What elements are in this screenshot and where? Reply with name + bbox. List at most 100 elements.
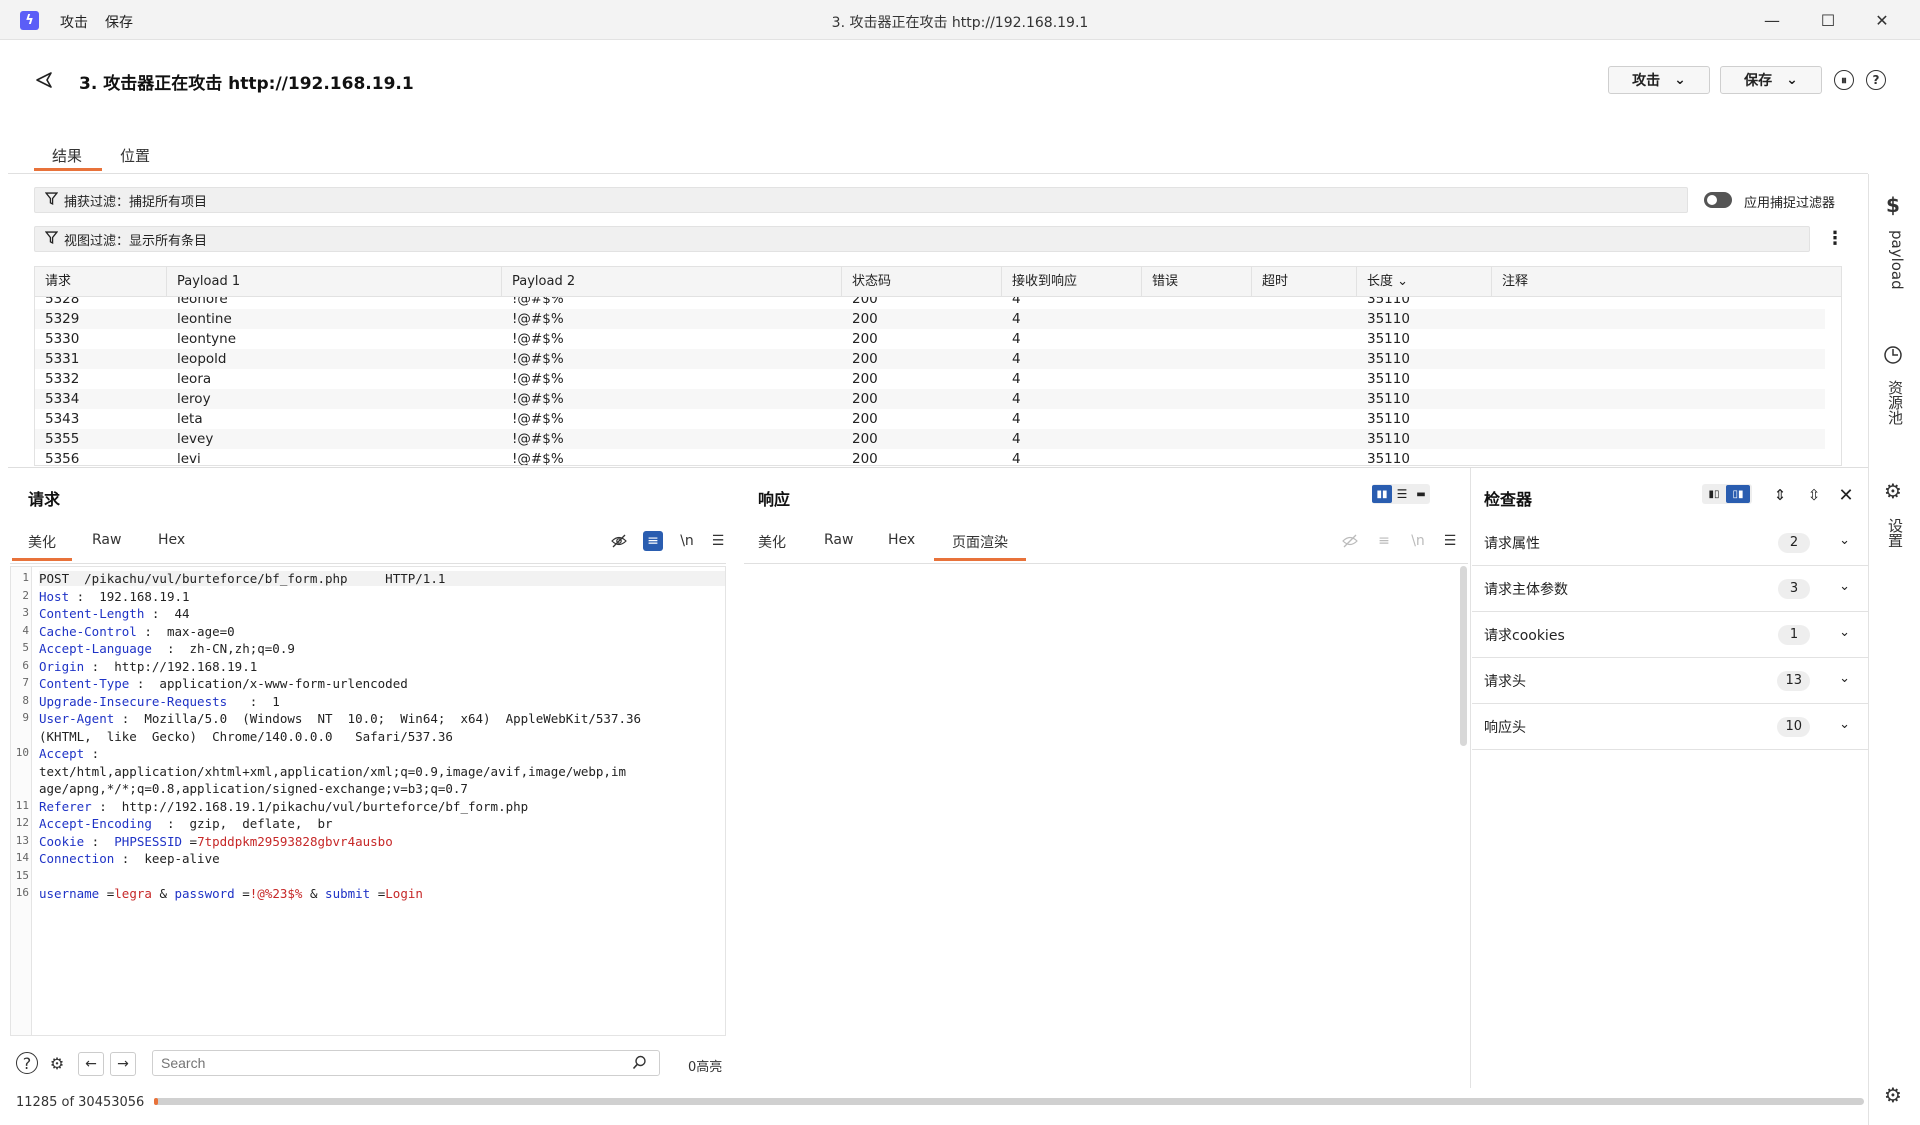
table-row[interactable]: 5331 leopold !@#$% 200 4 35110 <box>35 349 1825 369</box>
code-line[interactable]: Content-Length : 44 <box>39 606 190 621</box>
maximize-icon[interactable]: ☐ <box>1804 6 1852 34</box>
code-line[interactable]: Content-Type : application/x-www-form-ur… <box>39 676 408 691</box>
code-line[interactable]: User-Agent : Mozilla/5.0 (Windows NT 10.… <box>39 711 641 726</box>
chevron-down-icon[interactable]: ⌄ <box>1839 533 1850 548</box>
code-line[interactable]: Connection : keep-alive <box>39 851 220 866</box>
attack-button[interactable]: 攻击 ⌄ <box>1608 66 1710 94</box>
response-render-area[interactable] <box>744 566 1456 1086</box>
code-line[interactable]: Cookie : PHPSESSID =7tpddpkm29593828gbvr… <box>39 834 393 849</box>
code-line[interactable]: POST /pikachu/vul/burteforce/bf_form.php… <box>39 571 725 586</box>
table-row[interactable]: 5330 leontyne !@#$% 200 4 35110 <box>35 329 1825 349</box>
rail-resource-pool[interactable]: 资源池 <box>1880 380 1906 425</box>
column-header[interactable]: 请求 <box>35 267 167 297</box>
inspector-section[interactable]: 请求属性 2 ⌄ <box>1472 520 1868 566</box>
dollar-icon[interactable]: $ <box>1880 192 1906 218</box>
layout-switcher[interactable]: ▮▮ ☰ ▬ <box>1372 484 1430 504</box>
table-row[interactable]: 5343 leta !@#$% 200 4 35110 <box>35 409 1825 429</box>
code-line[interactable]: Host : 192.168.19.1 <box>39 589 190 604</box>
close-inspector-icon[interactable]: ✕ <box>1836 485 1856 506</box>
menu-icon[interactable]: ☰ <box>1440 531 1460 551</box>
column-header[interactable]: 长度 ⌄ <box>1357 267 1492 297</box>
code-line[interactable]: Accept-Encoding : gzip, deflate, br <box>39 816 333 831</box>
request-tab-raw[interactable]: Raw <box>92 532 121 548</box>
help-icon[interactable]: ? <box>1866 70 1886 90</box>
previous-arrow-icon[interactable]: ← <box>78 1052 104 1076</box>
next-arrow-icon[interactable]: → <box>110 1052 136 1076</box>
chevron-down-icon[interactable]: ⌄ <box>1839 579 1850 594</box>
apply-capture-filter-toggle[interactable] <box>1704 192 1732 208</box>
response-tab-pretty[interactable]: 美化 <box>758 532 786 552</box>
hide-icon[interactable] <box>609 531 629 551</box>
chevron-down-icon[interactable]: ⌄ <box>1839 671 1850 686</box>
chevron-down-icon[interactable]: ⌄ <box>1839 717 1850 732</box>
layout-columns-icon[interactable]: ▮▮ <box>1372 485 1392 503</box>
code-line[interactable]: (KHTML, like Gecko) Chrome/140.0.0.0 Saf… <box>39 729 453 744</box>
inspector-section[interactable]: 请求主体参数 3 ⌄ <box>1472 566 1868 612</box>
code-line[interactable]: Accept : <box>39 746 99 761</box>
request-tab-pretty[interactable]: 美化 <box>28 532 56 552</box>
column-header[interactable]: 超时 <box>1252 267 1357 297</box>
tab-results[interactable]: 结果 <box>52 145 82 166</box>
request-editor[interactable]: 1 2 3 4 5 6 7 8 9 10 11 12 13 14 15 16 POST /pikachu/vu… <box>10 566 726 1036</box>
response-tab-render[interactable]: 页面渲染 <box>952 532 1008 552</box>
request-tab-hex[interactable]: Hex <box>158 532 185 548</box>
menu-icon[interactable]: ☰ <box>708 531 728 551</box>
wrap-lines-icon[interactable]: ≡ <box>643 531 663 551</box>
inspector-section[interactable]: 请求头 13 ⌄ <box>1472 658 1868 704</box>
code-line[interactable]: username =legra & password =!@%23$% & su… <box>39 886 423 901</box>
code-line[interactable]: age/apng,*/*;q=0.8,application/signed-ex… <box>39 781 468 796</box>
inspector-layout-switcher[interactable]: ▮▯ ▯▮ <box>1702 484 1752 504</box>
table-row[interactable]: 5355 levey !@#$% 200 4 35110 <box>35 429 1825 449</box>
code-line[interactable]: Accept-Language : zh-CN,zh;q=0.9 <box>39 641 295 656</box>
results-table[interactable]: 请求 Payload 1 Payload 2 状态码 接收到响应 错误 超时 长度 ⌄ 注释 5… <box>34 266 1842 466</box>
inspector-layout-right-icon[interactable]: ▯▮ <box>1726 485 1750 503</box>
line-number: 15 <box>15 868 29 882</box>
save-button[interactable]: 保存 ⌄ <box>1720 66 1822 94</box>
pause-icon[interactable]: ⏸ <box>1834 70 1854 90</box>
newline-toggle[interactable]: \n <box>677 531 697 551</box>
expand-all-icon[interactable]: ⇕ <box>1770 486 1790 504</box>
inspector-section[interactable]: 响应头 10 ⌄ <box>1472 704 1868 750</box>
close-window-icon[interactable]: ✕ <box>1858 6 1906 34</box>
response-tab-hex[interactable]: Hex <box>888 532 915 548</box>
column-header[interactable]: Payload 2 <box>502 267 842 297</box>
column-header[interactable]: 状态码 <box>842 267 1002 297</box>
settings-gear-icon[interactable]: ⚙ <box>1880 1082 1906 1108</box>
table-row[interactable]: 5329 leontine !@#$% 200 4 35110 <box>35 309 1825 329</box>
tab-positions[interactable]: 位置 <box>120 145 150 166</box>
gear-icon[interactable]: ⚙ <box>1880 478 1906 504</box>
table-row[interactable]: 5332 leora !@#$% 200 4 35110 <box>35 369 1825 389</box>
code-line[interactable]: Upgrade-Insecure-Requests : 1 <box>39 694 280 709</box>
more-options-icon[interactable]: ⋮ <box>1826 228 1844 249</box>
clock-icon[interactable] <box>1880 342 1906 368</box>
help-icon[interactable]: ? <box>16 1052 38 1074</box>
column-header[interactable]: 错误 <box>1142 267 1252 297</box>
search-input[interactable] <box>152 1050 660 1076</box>
table-row[interactable]: 5334 leroy !@#$% 200 4 35110 <box>35 389 1825 409</box>
column-header[interactable]: 接收到响应 <box>1002 267 1142 297</box>
collapse-all-icon[interactable]: ⇳ <box>1804 486 1824 504</box>
inspector-layout-left-icon[interactable]: ▮▯ <box>1702 485 1726 503</box>
column-header[interactable]: 注释 <box>1492 267 1841 297</box>
layout-single-icon[interactable]: ▬ <box>1412 485 1430 503</box>
response-scrollbar[interactable] <box>1460 566 1467 746</box>
rail-payload[interactable]: payload <box>1880 230 1906 290</box>
minimize-icon[interactable]: — <box>1748 6 1796 34</box>
back-icon[interactable] <box>32 68 56 92</box>
code-line[interactable]: Cache-Control : max-age=0 <box>39 624 235 639</box>
inspector-section[interactable]: 请求cookies 1 ⌄ <box>1472 612 1868 658</box>
code-line[interactable]: Origin : http://192.168.19.1 <box>39 659 257 674</box>
chevron-down-icon[interactable]: ⌄ <box>1839 625 1850 640</box>
code-line[interactable]: text/html,application/xhtml+xml,applicat… <box>39 764 626 779</box>
layout-rows-icon[interactable]: ☰ <box>1392 485 1412 503</box>
view-filter-bar[interactable]: 视图过滤：显示所有条目 <box>34 226 1810 252</box>
table-row[interactable]: 5356 levi !@#$% 200 4 35110 <box>35 449 1825 465</box>
column-header[interactable]: Payload 1 <box>167 267 502 297</box>
code-line[interactable]: Referer : http://192.168.19.1/pikachu/vu… <box>39 799 528 814</box>
rail-settings[interactable]: 设置 <box>1880 518 1906 548</box>
response-tab-raw[interactable]: Raw <box>824 532 853 548</box>
search-icon[interactable] <box>632 1055 647 1074</box>
capture-filter-bar[interactable]: 捕获过滤：捕捉所有项目 <box>34 187 1688 213</box>
table-body[interactable]: 5328 leonore !@#$% 200 4 35110 5329 leontine !@#… <box>35 289 1825 465</box>
settings-gear-icon[interactable]: ⚙ <box>46 1052 68 1074</box>
